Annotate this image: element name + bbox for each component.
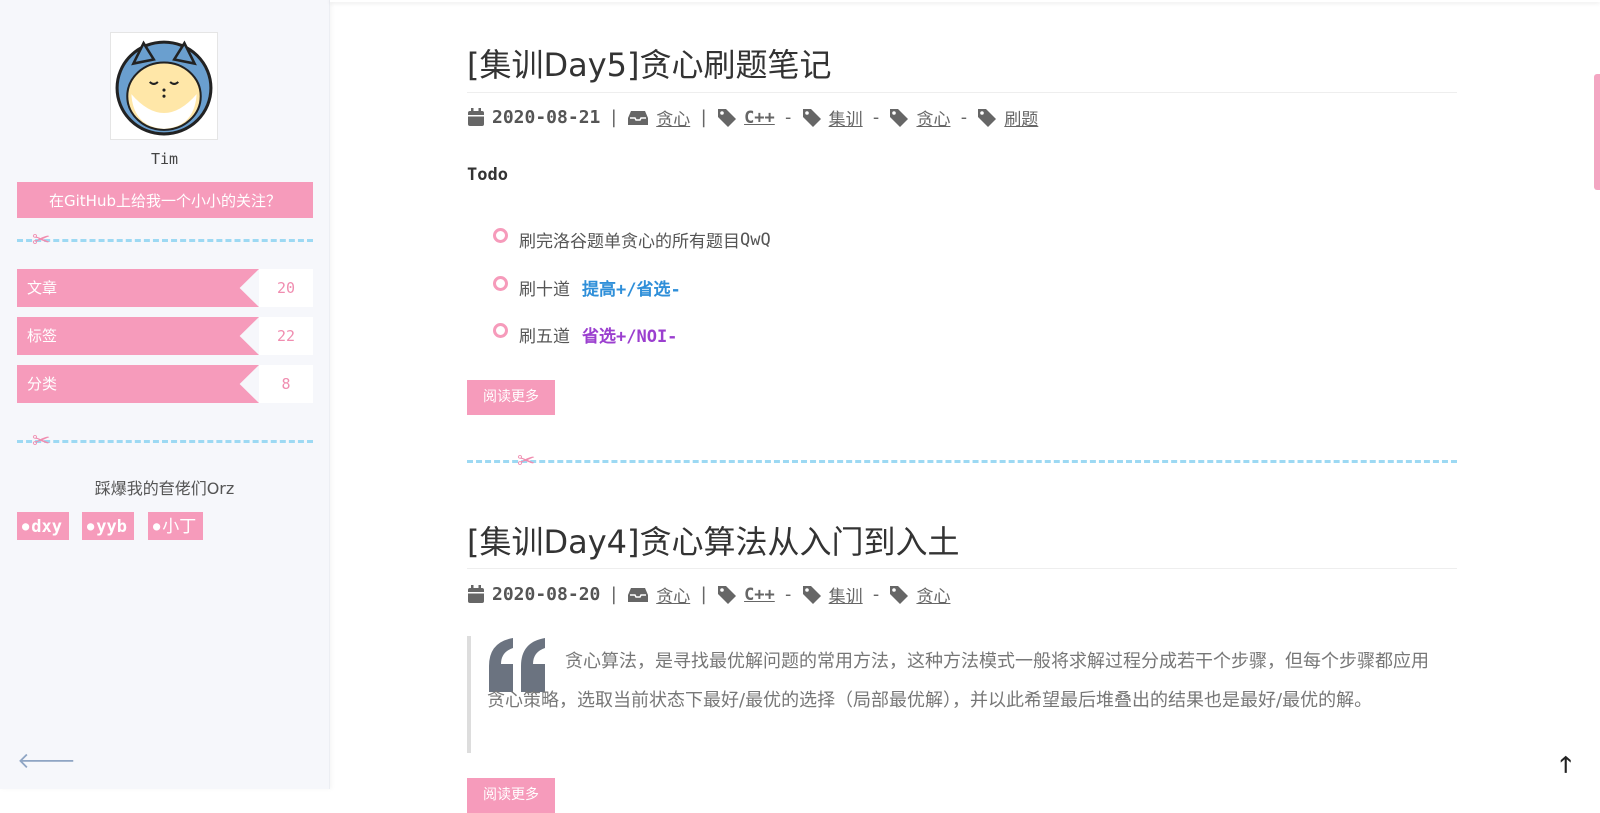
read-more-button[interactable]: 阅读更多 <box>467 778 555 813</box>
github-follow-button[interactable]: 在GitHub上给我一个小小的关注？ <box>17 182 313 218</box>
bullet-icon: ● <box>153 519 161 533</box>
author-name: Tim <box>150 150 179 168</box>
top-shadow-bar <box>330 0 1600 2</box>
friend-link-yyb[interactable]: ● yyb <box>82 512 134 540</box>
post-title[interactable]: [集训Day4]贪心算法从入门到入土 <box>467 517 960 563</box>
stat-count: 22 <box>259 317 313 355</box>
calendar-icon <box>467 108 485 127</box>
tag-link[interactable]: C++ <box>744 585 775 605</box>
divider <box>17 239 313 242</box>
friend-label: dxy <box>31 517 62 537</box>
title-underline <box>467 92 1457 93</box>
stat-count: 8 <box>259 365 313 403</box>
tag-icon <box>889 108 909 128</box>
arrow-left-icon[interactable]: 🡐 <box>17 748 76 774</box>
inbox-icon <box>627 110 649 126</box>
tag-link[interactable]: 刷题 <box>1004 105 1038 130</box>
difficulty-highlight: 省选+/NOI- <box>582 327 678 347</box>
tag-link[interactable]: 集训 <box>829 582 863 607</box>
friends-title: 踩爆我的奆佬们Orz <box>94 479 235 498</box>
scissors-icon: ✂ <box>32 429 51 454</box>
tag-icon <box>977 108 997 128</box>
scissors-icon: ✂ <box>32 228 51 253</box>
divider <box>17 440 313 443</box>
list-item-text: 刷十道 <box>519 280 570 300</box>
tag-link[interactable]: C++ <box>744 108 775 128</box>
stat-label: 标签 <box>17 317 259 355</box>
category-link[interactable]: 贪心 <box>656 582 690 607</box>
list-item: 刷十道 提高+/省选- <box>493 275 681 300</box>
calendar-icon <box>467 585 485 604</box>
category-link[interactable]: 贪心 <box>656 105 690 130</box>
tag-icon <box>802 108 822 128</box>
circle-bullet-icon <box>493 228 508 243</box>
blockquote: 贪心算法，是寻找最优解问题的常用方法，这种方法模式一般将求解过程分成若干个步骤，… <box>467 636 1432 753</box>
friend-label: yyb <box>96 517 127 537</box>
post-date: 2020-08-21 <box>492 107 601 128</box>
avatar[interactable] <box>110 32 218 140</box>
separator: - <box>782 107 794 128</box>
circle-bullet-icon <box>493 323 508 338</box>
stat-count: 20 <box>259 269 313 307</box>
friend-label: 小丁 <box>162 517 197 537</box>
tag-link[interactable]: 贪心 <box>916 582 950 607</box>
tag-icon <box>889 585 909 605</box>
separator: | <box>608 107 620 128</box>
tag-link[interactable]: 贪心 <box>916 105 950 130</box>
separator: - <box>870 107 882 128</box>
bullet-icon: ● <box>87 519 95 533</box>
list-item-suffix: QwQ <box>740 229 771 250</box>
stat-label: 文章 <box>17 269 259 307</box>
list-item: 刷完洛谷题单贪心的所有题目 QwQ <box>493 227 771 252</box>
tag-link[interactable]: 集训 <box>829 105 863 130</box>
separator: | <box>698 584 710 605</box>
friend-link-xiaoding[interactable]: ● 小丁 <box>148 512 204 540</box>
stat-categories[interactable]: 分类 8 <box>17 365 313 403</box>
separator: - <box>782 584 794 605</box>
scrollbar-thumb[interactable] <box>1594 74 1600 190</box>
separator: - <box>870 584 882 605</box>
circle-bullet-icon <box>493 276 508 291</box>
post-date: 2020-08-20 <box>492 584 601 605</box>
sidebar: Tim 在GitHub上给我一个小小的关注？ ✂ 文章 20 标签 22 分类 … <box>0 0 330 789</box>
separator: | <box>608 584 620 605</box>
quote-text: 贪心算法，是寻找最优解问题的常用方法，这种方法模式一般将求解过程分成若干个步骤，… <box>487 651 1429 711</box>
tag-icon <box>802 585 822 605</box>
post-meta: 2020-08-21 | 贪心 | C++ - 集训 - 贪心 - 刷题 <box>467 105 1038 130</box>
tag-icon <box>717 108 737 128</box>
post-title[interactable]: [集训Day5]贪心刷题笔记 <box>467 40 832 86</box>
friend-link-dxy[interactable]: ● dxy <box>17 512 69 540</box>
stat-posts[interactable]: 文章 20 <box>17 269 313 307</box>
cat-avatar-icon <box>115 40 213 136</box>
bullet-icon: ● <box>22 519 30 533</box>
post-meta: 2020-08-20 | 贪心 | C++ - 集训 - 贪心 <box>467 582 950 607</box>
stat-tags[interactable]: 标签 22 <box>17 317 313 355</box>
post-divider <box>467 460 1457 463</box>
tag-icon <box>717 585 737 605</box>
arrow-up-icon[interactable]: 🡑 <box>1560 748 1571 786</box>
section-heading: Todo <box>467 165 508 185</box>
scissors-icon: ✂ <box>517 449 536 474</box>
difficulty-highlight: 提高+/省选- <box>582 280 681 300</box>
title-underline <box>467 568 1457 569</box>
list-item-text: 刷五道 <box>519 327 570 347</box>
inbox-icon <box>627 587 649 603</box>
stat-label: 分类 <box>17 365 259 403</box>
separator: - <box>958 107 970 128</box>
separator: | <box>698 107 710 128</box>
read-more-button[interactable]: 阅读更多 <box>467 380 555 415</box>
list-item-text: 刷完洛谷题单贪心的所有题目 <box>519 232 740 252</box>
list-item: 刷五道 省选+/NOI- <box>493 322 677 347</box>
